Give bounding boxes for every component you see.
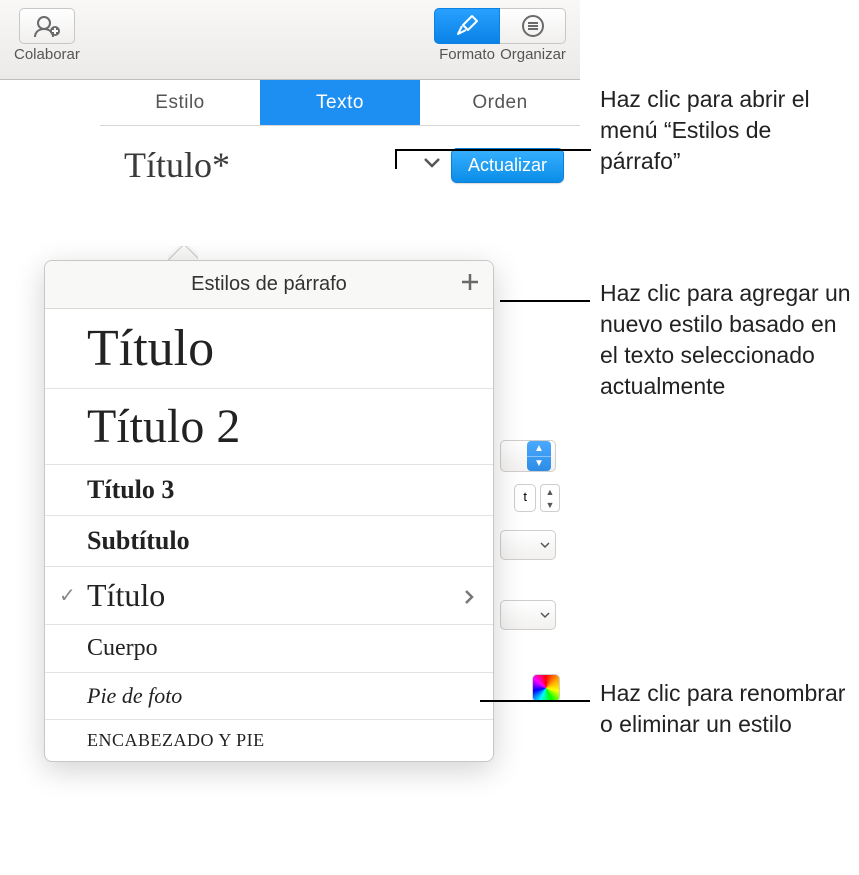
style-item-options-button[interactable] [463,577,475,614]
tab-style[interactable]: Estilo [100,80,260,125]
format-label: Formato [434,46,500,63]
toolbar: Colaborar Formato Organizar [0,0,580,80]
hidden-select-1[interactable]: ▲▼ [500,440,556,472]
annotation-rename-delete: Haz clic para renombrar o eliminar un es… [600,678,850,740]
callout-line-1 [395,149,591,151]
paintbrush-icon [454,13,480,39]
style-item-subtitulo[interactable]: Subtítulo [45,516,493,567]
chevron-down-icon [423,157,441,169]
style-item-pie-de-foto[interactable]: Pie de foto [45,673,493,720]
callout-line-2 [500,300,590,302]
chevron-right-icon [463,588,475,606]
paragraph-style-row: Título* Actualizar [100,126,580,204]
tab-order[interactable]: Orden [420,80,580,125]
panel-tabs: Estilo Texto Orden [100,80,580,126]
popover-arrow [168,246,198,261]
organize-button[interactable] [500,8,566,44]
update-style-button[interactable]: Actualizar [451,148,564,183]
collaborate-button[interactable]: Colaborar [14,8,80,63]
hidden-value-pt: t [514,484,536,512]
format-button[interactable] [434,8,500,44]
color-picker-button[interactable] [532,674,560,702]
collaborate-label: Colaborar [14,46,80,63]
paragraph-styles-popover: Estilos de párrafo Título Título 2 Títul… [44,260,494,762]
popover-header: Estilos de párrafo [45,261,493,309]
collaborate-icon [19,8,75,44]
callout-line-3 [480,700,590,702]
paragraph-style-list: Título Título 2 Título 3 Subtítulo Títul… [45,309,493,761]
callout-line-1v [395,149,397,169]
hidden-select-3[interactable] [500,600,556,630]
style-item-titulo-selected[interactable]: Título [45,567,493,625]
organize-label: Organizar [500,46,566,63]
paragraph-style-name: Título* [124,144,413,186]
style-item-titulo-3[interactable]: Título 3 [45,465,493,516]
style-item-titulo-2[interactable]: Título 2 [45,389,493,465]
popover-title: Estilos de párrafo [191,273,347,295]
list-icon [520,13,546,39]
style-item-encabezado-y-pie[interactable]: ENCABEZADO Y PIE [45,720,493,761]
add-style-button[interactable] [459,271,481,299]
style-item-cuerpo[interactable]: Cuerpo [45,625,493,673]
tab-text[interactable]: Texto [260,80,420,125]
hidden-spinner[interactable]: ▲▼ [540,484,560,512]
inspector-segmented [434,8,566,44]
style-item-titulo[interactable]: Título [45,309,493,389]
hidden-select-2[interactable] [500,530,556,560]
hidden-inspector-controls: ▲▼ t ▲▼ [500,320,560,702]
plus-icon [459,271,481,293]
stepper-blue-icon: ▲▼ [527,441,551,471]
annotation-add-style: Haz clic para agregar un nuevo estilo ba… [600,278,855,402]
paragraph-style-menu-trigger[interactable] [423,156,441,174]
annotation-open-menu: Haz clic para abrir el menú “Estilos de … [600,84,850,177]
